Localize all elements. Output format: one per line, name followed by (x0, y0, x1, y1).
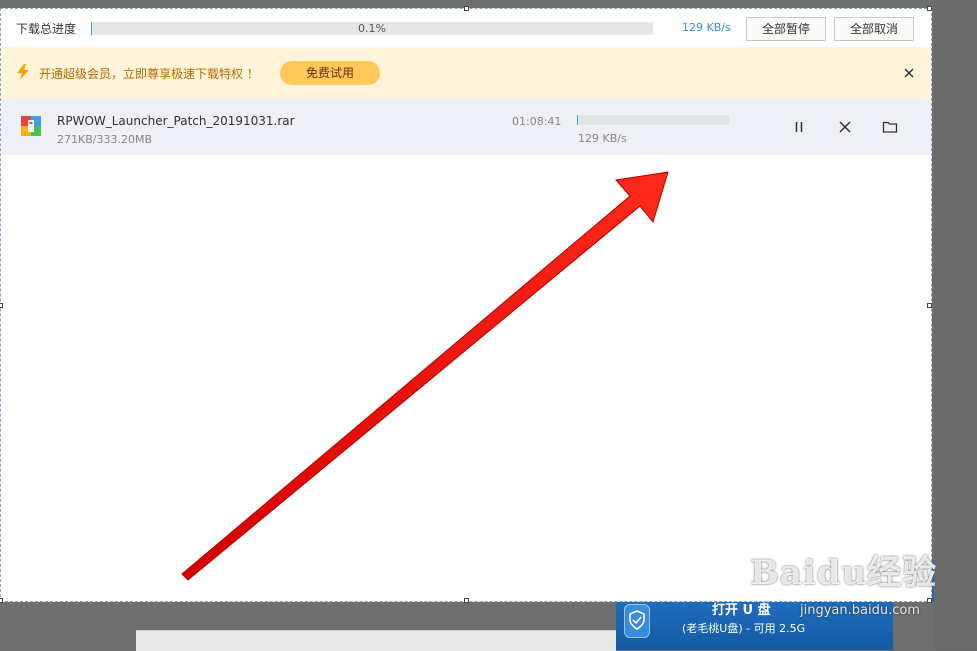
baidu-watermark: Baidu经验 jingyan.baidu.com (750, 545, 937, 594)
watermark-url: jingyan.baidu.com (800, 603, 920, 618)
watermark-logo: Baidu经验 (750, 545, 937, 594)
